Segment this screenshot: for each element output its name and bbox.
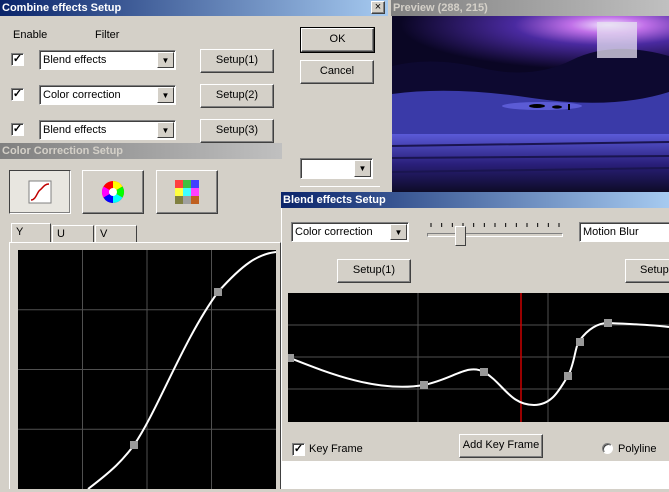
enable-checkbox-2[interactable]: ✓ <box>11 88 24 101</box>
tab-v[interactable]: V <box>95 225 137 242</box>
filter-select-1[interactable]: Blend effects ▼ <box>39 50 176 70</box>
slider-ticks <box>430 223 560 227</box>
y-curve-svg[interactable] <box>18 250 277 490</box>
preview-image <box>392 16 669 194</box>
blend-right-filter-select[interactable]: Motion Blur <box>579 222 669 242</box>
enable-header: Enable <box>13 29 48 41</box>
tab-u-label: U <box>57 228 65 240</box>
setup-3-label: Setup(3) <box>215 124 259 136</box>
chevron-down-icon: ▼ <box>157 122 174 138</box>
combine-titlebar: Combine effects Setup <box>0 0 388 16</box>
combine-title: Combine effects Setup <box>2 2 122 14</box>
curve-icon <box>28 180 52 204</box>
preview-title: Preview (288, 215) <box>393 2 488 14</box>
blend-right-filter-value: Motion Blur <box>583 226 639 238</box>
setup-2-label: Setup(2) <box>215 89 259 101</box>
keyframe-point <box>576 338 584 346</box>
curve-control-point <box>130 441 138 449</box>
keyframe-point <box>420 381 428 389</box>
blend-slider[interactable] <box>427 220 563 250</box>
cancel-label: Cancel <box>319 65 355 77</box>
enable-checkbox-3[interactable]: ✓ <box>11 123 24 136</box>
filter-select-3[interactable]: Blend effects ▼ <box>39 120 176 140</box>
filter-header: Filter <box>95 29 120 41</box>
setup-2-button[interactable]: Setup(2) <box>200 84 274 108</box>
curve-control-point <box>214 288 222 296</box>
preview-titlebar: Preview (288, 215) <box>391 0 669 16</box>
blend-setup-2-button[interactable]: Setup <box>625 259 669 283</box>
blend-setup-1-label: Setup(1) <box>352 264 396 276</box>
color-wheel-icon <box>102 181 124 203</box>
slider-thumb[interactable] <box>454 226 466 246</box>
enable-checkbox-1[interactable]: ✓ <box>11 53 24 66</box>
tab-y-label: Y <box>16 226 24 238</box>
ok-label: OK <box>329 33 346 45</box>
filter-select-3-value: Blend effects <box>43 124 107 136</box>
setup-1-button[interactable]: Setup(1) <box>200 49 274 73</box>
color-wheel-tool-button[interactable] <box>82 170 144 214</box>
tab-u[interactable]: U <box>52 225 94 242</box>
cancel-button[interactable]: Cancel <box>300 60 374 84</box>
tab-v-label: V <box>100 228 108 240</box>
setup-1-label: Setup(1) <box>215 54 259 66</box>
keyframe-graph[interactable] <box>286 293 669 422</box>
add-key-frame-label: Add Key Frame <box>462 439 540 451</box>
color-correction-title: Color Correction Setup <box>2 145 124 157</box>
preview-scene <box>392 16 669 194</box>
color-grid-icon <box>175 180 199 204</box>
chevron-down-icon: ▼ <box>354 160 371 177</box>
y-curve-line <box>87 251 277 490</box>
keyframe-point <box>604 319 612 327</box>
chevron-down-icon: ▼ <box>157 52 174 68</box>
filter-select-1-value: Blend effects <box>43 54 107 66</box>
chevron-down-icon: ▼ <box>157 87 174 103</box>
key-frame-checkbox[interactable]: ✓ <box>292 443 305 456</box>
blend-setup-2-label: Setup <box>640 264 669 276</box>
blend-title: Blend effects Setup <box>283 194 386 206</box>
keyframe-point <box>286 354 294 362</box>
blend-left-filter-select[interactable]: Color correction ▼ <box>291 222 409 242</box>
blend-bottom-panel <box>282 461 669 489</box>
color-correction-titlebar: Color Correction Setup <box>0 143 282 159</box>
blend-left-filter-value: Color correction <box>295 226 373 238</box>
keyframe-point <box>480 368 488 376</box>
filter-select-2-value: Color correction <box>43 89 121 101</box>
chevron-down-icon: ▼ <box>390 224 407 240</box>
color-grid-tool-button[interactable] <box>156 170 218 214</box>
y-curve-graph[interactable] <box>18 250 277 490</box>
polyline-label: Polyline <box>618 443 657 455</box>
combine-close-button[interactable]: × <box>371 1 385 14</box>
extra-select[interactable]: ▼ <box>300 158 373 179</box>
add-key-frame-button[interactable]: Add Key Frame <box>459 434 543 458</box>
slider-track <box>427 233 563 237</box>
polyline-radio[interactable] <box>602 443 613 454</box>
close-icon: × <box>374 1 382 13</box>
filter-select-2[interactable]: Color correction ▼ <box>39 85 176 105</box>
tab-y[interactable]: Y <box>11 223 51 243</box>
keyframe-curve-line <box>289 321 669 407</box>
ok-button[interactable]: OK <box>300 27 375 53</box>
key-frame-label: Key Frame <box>309 443 363 455</box>
blend-setup-1-button[interactable]: Setup(1) <box>337 259 411 283</box>
keyframe-point <box>564 372 572 380</box>
curve-tool-button[interactable] <box>9 170 71 214</box>
blend-titlebar: Blend effects Setup <box>281 192 669 208</box>
keyframe-curve-svg[interactable] <box>286 293 669 422</box>
setup-3-button[interactable]: Setup(3) <box>200 119 274 143</box>
